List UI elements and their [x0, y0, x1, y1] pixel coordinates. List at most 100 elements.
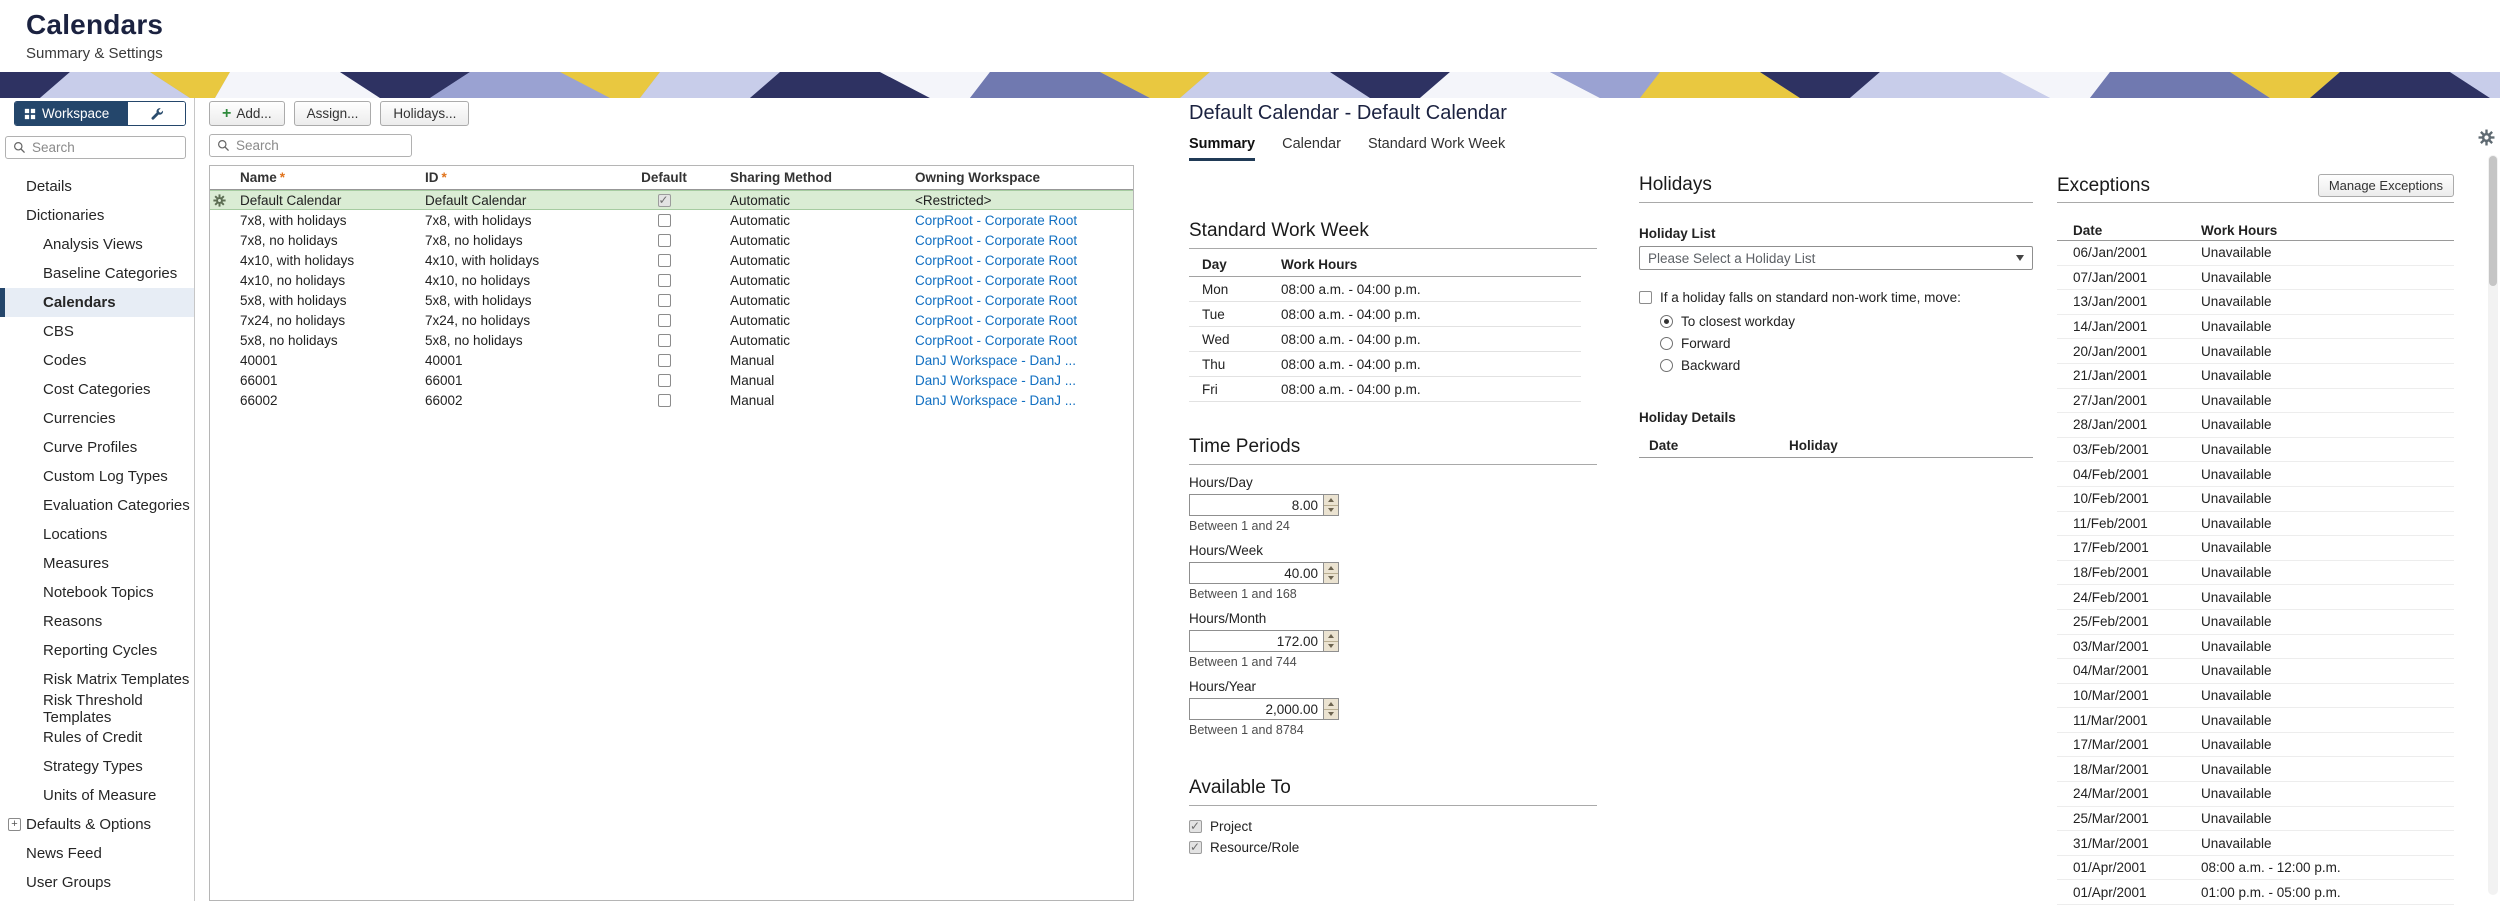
sidebar-item-notebook-topics[interactable]: Notebook Topics — [0, 578, 194, 607]
sidebar-item-currencies[interactable]: Currencies — [0, 404, 194, 433]
grid-search-input[interactable] — [236, 138, 404, 153]
sidebar-item-measures[interactable]: Measures — [0, 549, 194, 578]
spinner-down-button[interactable] — [1324, 641, 1338, 651]
holiday-move-checkbox[interactable] — [1639, 291, 1652, 304]
sidebar-item-baseline-categories[interactable]: Baseline Categories — [0, 259, 194, 288]
default-checkbox[interactable] — [657, 253, 671, 267]
available-to-checkbox[interactable] — [1189, 840, 1202, 854]
default-checkbox[interactable] — [657, 193, 671, 207]
time-period-input[interactable] — [1190, 699, 1323, 719]
default-checkbox[interactable] — [657, 393, 671, 407]
time-period-input[interactable] — [1190, 563, 1323, 583]
available-to-checkbox[interactable] — [1189, 819, 1202, 833]
radio-forward[interactable]: Forward — [1660, 336, 2033, 351]
default-checkbox[interactable] — [657, 373, 671, 387]
holiday-list-dropdown[interactable]: Please Select a Holiday List — [1639, 246, 2033, 270]
spinner-up-button[interactable] — [1324, 495, 1338, 506]
sidebar-item-cbs[interactable]: CBS — [0, 317, 194, 346]
assign-button[interactable]: Assign... — [293, 101, 372, 126]
settings-gear-icon[interactable] — [2478, 129, 2495, 146]
radio-button[interactable] — [1660, 337, 1673, 350]
table-row[interactable]: 4x10, with holidays 4x10, with holidays Au… — [210, 250, 1133, 270]
expand-icon[interactable]: + — [8, 818, 21, 831]
table-row[interactable]: 66002 66002 Manual DanJ Workspace - DanJ ..… — [210, 390, 1133, 410]
table-row[interactable]: 5x8, no holidays 5x8, no holidays Automati… — [210, 330, 1133, 350]
sidebar-item-analysis-views[interactable]: Analysis Views — [0, 230, 194, 259]
table-row[interactable]: 4x10, no holidays 4x10, no holidays Automa… — [210, 270, 1133, 290]
sidebar-item-units-of-measure[interactable]: Units of Measure — [0, 781, 194, 810]
sidebar-item-risk-matrix-templates[interactable]: Risk Matrix Templates — [0, 665, 194, 694]
vertical-scrollbar[interactable] — [2488, 155, 2498, 895]
col-header-sharing-method[interactable]: Sharing Method — [704, 170, 909, 185]
sidebar-item-strategy-types[interactable]: Strategy Types — [0, 752, 194, 781]
cell-owning-workspace[interactable]: DanJ Workspace - DanJ ... — [909, 353, 1133, 368]
table-row[interactable]: 40001 40001 Manual DanJ Workspace - DanJ ..… — [210, 350, 1133, 370]
tab-standard-work-week[interactable]: Standard Work Week — [1368, 136, 1505, 161]
sidebar-item-reporting-cycles[interactable]: Reporting Cycles — [0, 636, 194, 665]
holidays-button[interactable]: Holidays... — [380, 101, 470, 126]
spinner-down-button[interactable] — [1324, 573, 1338, 583]
table-row[interactable]: Default Calendar Default Calendar Automati… — [210, 190, 1133, 210]
default-checkbox[interactable] — [657, 333, 671, 347]
spinner-up-button[interactable] — [1324, 699, 1338, 710]
cell-owning-workspace[interactable]: CorpRoot - Corporate Root — [909, 213, 1133, 228]
sidebar-item-dictionaries[interactable]: Dictionaries — [0, 201, 194, 230]
spinner-up-button[interactable] — [1324, 631, 1338, 642]
radio-button[interactable] — [1660, 359, 1673, 372]
holiday-move-option[interactable]: If a holiday falls on standard non-work … — [1639, 290, 2033, 305]
time-period-input[interactable] — [1190, 495, 1323, 515]
sidebar-item-details[interactable]: Details — [0, 172, 194, 201]
sidebar-search-input[interactable] — [32, 140, 178, 155]
manage-exceptions-button[interactable]: Manage Exceptions — [2317, 174, 2454, 197]
add-button[interactable]: + Add... — [209, 101, 285, 126]
sidebar-item-cost-categories[interactable]: Cost Categories — [0, 375, 194, 404]
default-checkbox[interactable] — [657, 233, 671, 247]
cell-owning-workspace[interactable]: CorpRoot - Corporate Root — [909, 273, 1133, 288]
table-row[interactable]: 7x8, no holidays 7x8, no holidays Automati… — [210, 230, 1133, 250]
cell-owning-workspace[interactable]: CorpRoot - Corporate Root — [909, 293, 1133, 308]
table-row[interactable]: 7x24, no holidays 7x24, no holidays Automa… — [210, 310, 1133, 330]
row-gear-icon[interactable] — [213, 193, 226, 207]
cell-owning-workspace[interactable]: CorpRoot - Corporate Root — [909, 333, 1133, 348]
col-header-name[interactable]: Name * — [234, 170, 419, 185]
radio-to-closest-workday[interactable]: To closest workday — [1660, 314, 2033, 329]
time-period-input[interactable] — [1190, 631, 1323, 651]
sidebar-item-defaults-options[interactable]: + Defaults & Options — [0, 810, 194, 839]
tab-summary[interactable]: Summary — [1189, 136, 1256, 161]
cell-owning-workspace[interactable]: CorpRoot - Corporate Root — [909, 253, 1133, 268]
sidebar-item-calendars[interactable]: Calendars — [0, 288, 194, 317]
scrollbar-thumb[interactable] — [2489, 156, 2497, 286]
spinner-down-button[interactable] — [1324, 505, 1338, 515]
spinner-up-button[interactable] — [1324, 563, 1338, 574]
table-row[interactable]: 7x8, with holidays 7x8, with holidays Auto… — [210, 210, 1133, 230]
tab-calendar[interactable]: Calendar — [1282, 136, 1341, 161]
sidebar-item-curve-profiles[interactable]: Curve Profiles — [0, 433, 194, 462]
available-to-option-project[interactable]: Project — [1189, 819, 1597, 834]
sidebar-item-user-groups[interactable]: User Groups — [0, 868, 194, 897]
radio-backward[interactable]: Backward — [1660, 358, 2033, 373]
sidebar-item-evaluation-categories[interactable]: Evaluation Categories — [0, 491, 194, 520]
sidebar-item-rules-of-credit[interactable]: Rules of Credit — [0, 723, 194, 752]
cell-owning-workspace[interactable]: DanJ Workspace - DanJ ... — [909, 393, 1133, 408]
sidebar-item-news-feed[interactable]: News Feed — [0, 839, 194, 868]
sidebar-item-risk-threshold-templates[interactable]: Risk Threshold Templates — [0, 692, 194, 726]
radio-button[interactable] — [1660, 315, 1673, 328]
table-row[interactable]: 5x8, with holidays 5x8, with holidays Auto… — [210, 290, 1133, 310]
sidebar-item-locations[interactable]: Locations — [0, 520, 194, 549]
col-header-default[interactable]: Default — [624, 170, 704, 185]
default-checkbox[interactable] — [657, 293, 671, 307]
default-checkbox[interactable] — [657, 313, 671, 327]
sidebar-item-codes[interactable]: Codes — [0, 346, 194, 375]
col-header-owning-workspace[interactable]: Owning Workspace — [909, 170, 1133, 185]
cell-owning-workspace[interactable]: CorpRoot - Corporate Root — [909, 313, 1133, 328]
col-header-id[interactable]: ID * — [419, 170, 624, 185]
available-to-option-resource-role[interactable]: Resource/Role — [1189, 840, 1597, 855]
table-row[interactable]: 66001 66001 Manual DanJ Workspace - DanJ ..… — [210, 370, 1133, 390]
sidebar-item-custom-log-types[interactable]: Custom Log Types — [0, 462, 194, 491]
cell-owning-workspace[interactable]: CorpRoot - Corporate Root — [909, 233, 1133, 248]
default-checkbox[interactable] — [657, 213, 671, 227]
default-checkbox[interactable] — [657, 353, 671, 367]
cell-owning-workspace[interactable]: DanJ Workspace - DanJ ... — [909, 373, 1133, 388]
sidebar-item-reasons[interactable]: Reasons — [0, 607, 194, 636]
tools-button[interactable] — [127, 102, 185, 125]
